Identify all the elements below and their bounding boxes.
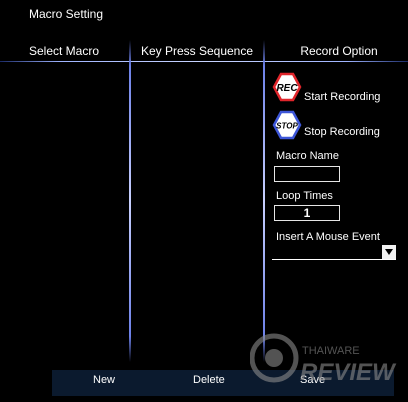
loop-times-label: Loop Times (276, 190, 333, 202)
header-divider (0, 61, 408, 62)
column-header-key-press-sequence: Key Press Sequence (140, 44, 254, 58)
svg-text:REVIEW: REVIEW (300, 359, 397, 386)
svg-text:REC: REC (276, 83, 298, 94)
svg-text:THAIWARE: THAIWARE (302, 345, 360, 357)
svg-text:STOP: STOP (276, 122, 298, 131)
dropdown-arrow-icon[interactable] (382, 245, 396, 259)
loop-times-input[interactable] (274, 205, 340, 221)
macro-name-input[interactable] (274, 166, 340, 182)
delete-button[interactable]: Delete (193, 374, 225, 386)
column-divider-1 (129, 40, 131, 362)
stop-recording-label[interactable]: Stop Recording (304, 126, 380, 138)
column-divider-2 (263, 40, 265, 362)
column-header-record-option: Record Option (300, 44, 378, 58)
start-recording-label[interactable]: Start Recording (304, 91, 380, 103)
mouse-event-label: Insert A Mouse Event (276, 231, 380, 243)
macro-name-label: Macro Name (276, 150, 339, 162)
mouse-event-select[interactable] (272, 245, 396, 260)
column-header-select-macro: Select Macro (28, 44, 100, 58)
window-title: Macro Setting (29, 7, 104, 21)
watermark-logo-icon: THAIWARE REVIEW (250, 333, 397, 386)
rec-icon[interactable]: REC (272, 72, 302, 102)
stop-icon[interactable]: STOP (272, 110, 302, 140)
new-button[interactable]: New (93, 374, 115, 386)
